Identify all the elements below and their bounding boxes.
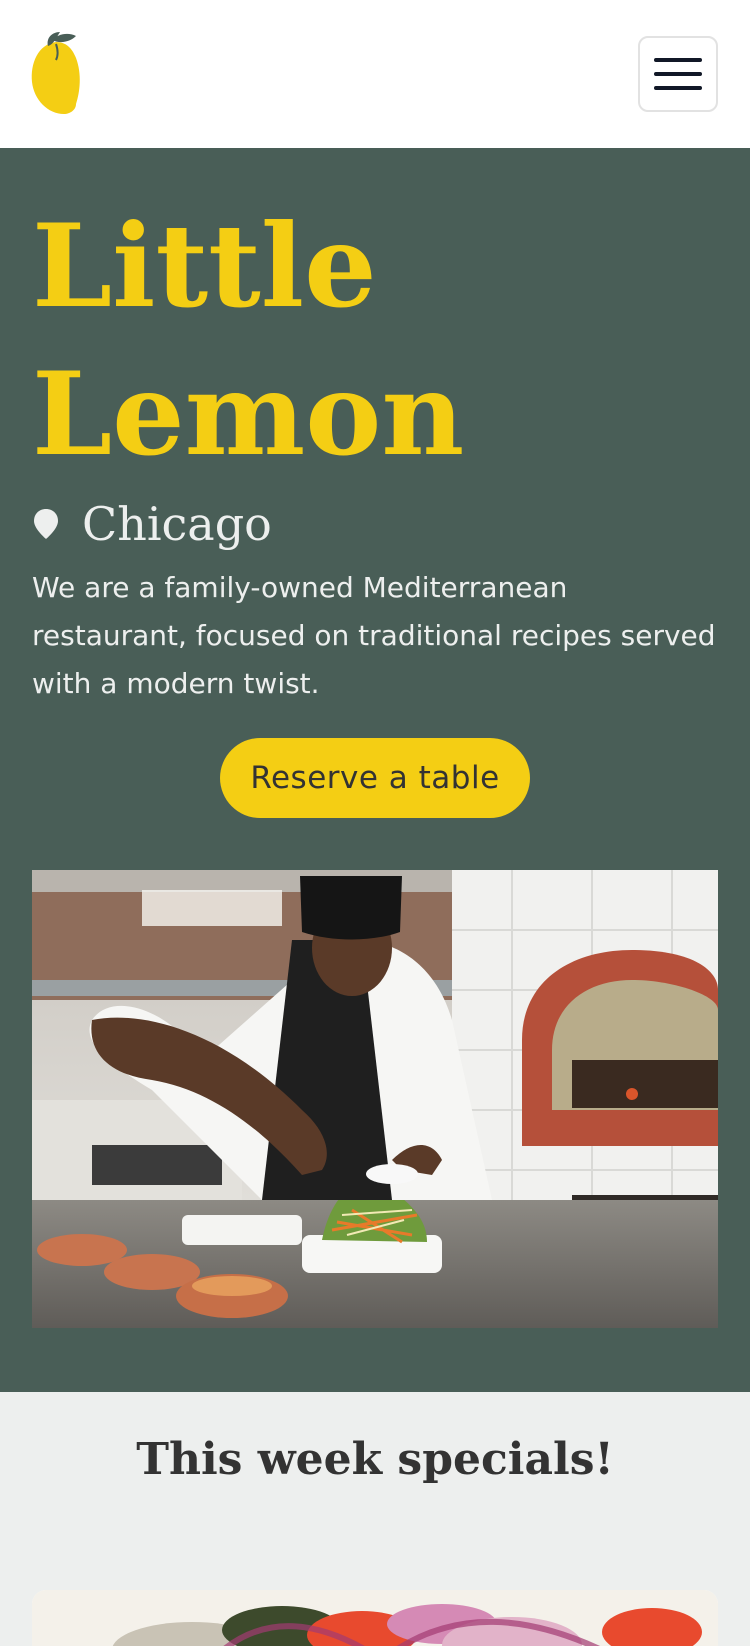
hamburger-menu-icon	[654, 58, 702, 90]
chef-photo	[32, 870, 718, 1328]
specials-section: This week specials!	[0, 1392, 750, 1646]
hero-title-line-2: Lemon	[32, 347, 465, 481]
special-dish-image	[32, 1590, 718, 1646]
location-pin-icon	[34, 509, 58, 539]
location-city: Chicago	[82, 497, 272, 551]
location: Chicago	[32, 494, 272, 554]
specials-title: This week specials!	[136, 1434, 614, 1485]
hero-title: Little Lemon	[32, 192, 464, 488]
menu-bar-bottom	[654, 86, 702, 90]
hero-section: Little Lemon Chicago We are a family-own…	[0, 148, 750, 1392]
menu-bar-middle	[654, 72, 702, 76]
lemon-icon[interactable]	[30, 30, 84, 116]
hero-title-line-1: Little	[32, 199, 377, 333]
menu-bar-top	[654, 58, 702, 62]
site-header	[0, 0, 750, 148]
reserve-table-button[interactable]: Reserve a table	[220, 738, 530, 818]
hero-description: We are a family-owned Mediterranean rest…	[32, 571, 716, 700]
chef-image	[32, 870, 718, 1328]
page: Little Lemon Chicago We are a family-own…	[0, 0, 750, 1646]
menu-button[interactable]	[638, 36, 718, 112]
special-card[interactable]	[32, 1590, 718, 1646]
